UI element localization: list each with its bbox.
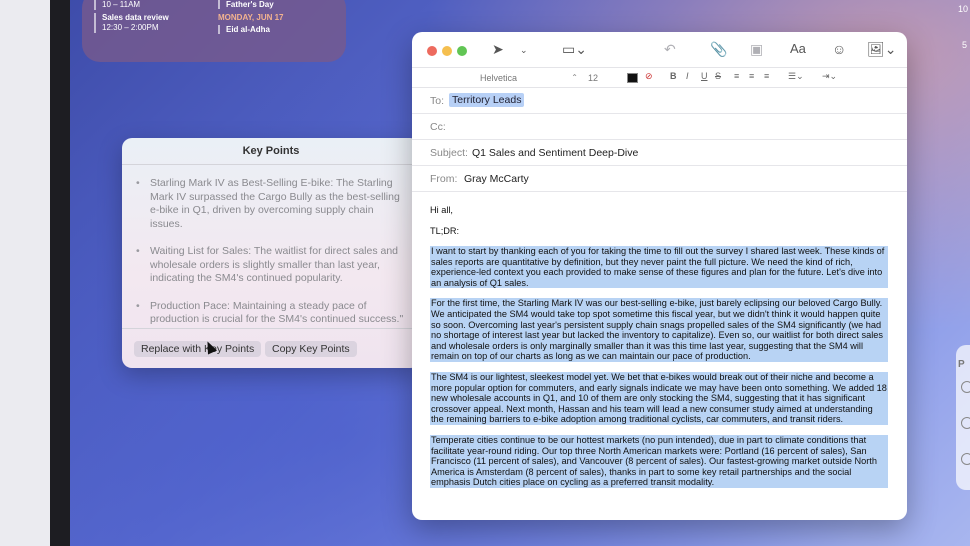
subject-field[interactable]: Subject: Q1 Sales and Sentiment Deep-Div… — [412, 140, 907, 166]
calendar-holiday: Father's Day — [218, 0, 338, 9]
from-label: From: — [430, 173, 458, 185]
radio-button[interactable] — [961, 417, 970, 429]
indent-icon[interactable]: ⇥⌄ — [822, 71, 837, 82]
to-field[interactable]: To: Territory Leads — [412, 88, 907, 114]
left-window-edge — [0, 0, 50, 546]
font-family-select[interactable]: Helvetica — [478, 71, 578, 85]
highlight-color-icon[interactable]: ⊘ — [645, 71, 653, 82]
replace-with-key-points-button[interactable]: Replace with Key Points — [134, 341, 262, 357]
event-title: Sales data review — [102, 13, 169, 22]
copy-key-points-button[interactable]: Copy Key Points — [265, 341, 357, 357]
mail-toolbar: ➤ ⌄ ▭⌄ ↶ 📎 ▣ Aa ☺ 🖼⌄ — [412, 32, 907, 68]
key-points-panel: Key Points Starling Mark IV as Best-Sell… — [122, 138, 420, 368]
edge-text: 10 — [958, 4, 969, 14]
edge-text: 5 — [962, 40, 968, 50]
cc-label: Cc: — [430, 121, 446, 133]
greeting: Hi all, — [430, 205, 453, 215]
markup-icon: ▣ — [750, 41, 764, 57]
calendar-event[interactable]: Sales data review 12:30 – 2:00PM — [94, 13, 206, 33]
emoji-icon[interactable]: ☺ — [832, 41, 846, 57]
body-paragraph: The SM4 is our lightest, sleekest model … — [430, 371, 888, 425]
calendar-widget[interactable]: 10 – 11AM Sales data review 12:30 – 2:00… — [82, 0, 346, 62]
subject-value[interactable]: Q1 Sales and Sentiment Deep-Dive — [472, 147, 638, 159]
reply-icon: ↶ — [664, 41, 676, 57]
to-label: To: — [430, 95, 445, 107]
key-point-item: Production Pace: Maintaining a steady pa… — [136, 300, 406, 327]
calendar-holiday: Eid al-Adha — [218, 25, 338, 34]
body-paragraph: For the first time, the Starling Mark IV… — [430, 298, 888, 362]
cc-field[interactable]: Cc: — [412, 114, 907, 140]
attachment-icon[interactable]: 📎 — [710, 41, 727, 58]
event-time: 12:30 – 2:00PM — [102, 23, 159, 32]
calendar-event[interactable]: 10 – 11AM — [94, 0, 206, 10]
underline-button[interactable]: U — [701, 71, 708, 81]
from-field[interactable]: From: Gray McCarty — [412, 166, 907, 192]
key-points-title: Key Points — [122, 138, 420, 165]
header-fields-icon[interactable]: ▭⌄ — [562, 41, 587, 58]
subject-label: Subject: — [430, 147, 468, 159]
chevron-down-icon[interactable]: ⌄ — [520, 45, 528, 56]
font-size-select[interactable]: 12 — [588, 71, 616, 85]
list-icon[interactable]: ☰⌄ — [788, 71, 804, 82]
align-center-icon[interactable]: ≡ — [749, 71, 754, 81]
key-point-item: Starling Mark IV as Best-Selling E-bike:… — [136, 177, 406, 231]
radio-button[interactable] — [961, 381, 970, 393]
format-bar: Helvetica 12 ⊘ B I U S ≡ ≡ ≡ ☰⌄ ⇥⌄ — [412, 68, 907, 88]
send-icon[interactable]: ➤ — [492, 41, 504, 58]
edge-panel-letter: P — [958, 359, 965, 370]
close-window-button[interactable] — [427, 46, 437, 56]
body-paragraph: Temperate cities continue to be our hott… — [430, 434, 888, 488]
photo-browser-icon[interactable]: 🖼⌄ — [867, 41, 897, 58]
minimize-window-button[interactable] — [442, 46, 452, 56]
bold-button[interactable]: B — [670, 71, 677, 81]
format-text-icon[interactable]: Aa — [790, 41, 806, 56]
align-left-icon[interactable]: ≡ — [734, 71, 739, 81]
tldr-line: TL;DR: — [430, 226, 460, 236]
key-points-actions: Replace with Key Points Copy Key Points — [122, 328, 420, 368]
mail-compose-window: ➤ ⌄ ▭⌄ ↶ 📎 ▣ Aa ☺ 🖼⌄ Helvetica 12 ⊘ B I … — [412, 32, 907, 520]
italic-button[interactable]: I — [686, 71, 689, 81]
key-points-list: Starling Mark IV as Best-Selling E-bike:… — [122, 165, 420, 327]
from-value[interactable]: Gray McCarty — [464, 173, 529, 185]
event-time: 10 – 11AM — [102, 0, 141, 9]
body-paragraph: I want to start by thanking each of you … — [430, 246, 888, 289]
message-body[interactable]: Hi all, TL;DR: I want to start by thanki… — [430, 204, 888, 498]
calendar-day-heading: MONDAY, JUN 17 — [218, 13, 284, 22]
recipient-chip[interactable]: Territory Leads — [449, 93, 525, 107]
key-point-item: Waiting List for Sales: The waitlist for… — [136, 245, 406, 286]
align-right-icon[interactable]: ≡ — [764, 71, 769, 81]
window-bezel — [50, 0, 70, 546]
right-edge-widget: 10 5 — [956, 0, 970, 60]
text-color-swatch[interactable] — [627, 73, 638, 83]
right-edge-panel: P — [956, 345, 970, 490]
radio-button[interactable] — [961, 453, 970, 465]
strikethrough-button[interactable]: S — [715, 71, 721, 81]
zoom-window-button[interactable] — [457, 46, 467, 56]
